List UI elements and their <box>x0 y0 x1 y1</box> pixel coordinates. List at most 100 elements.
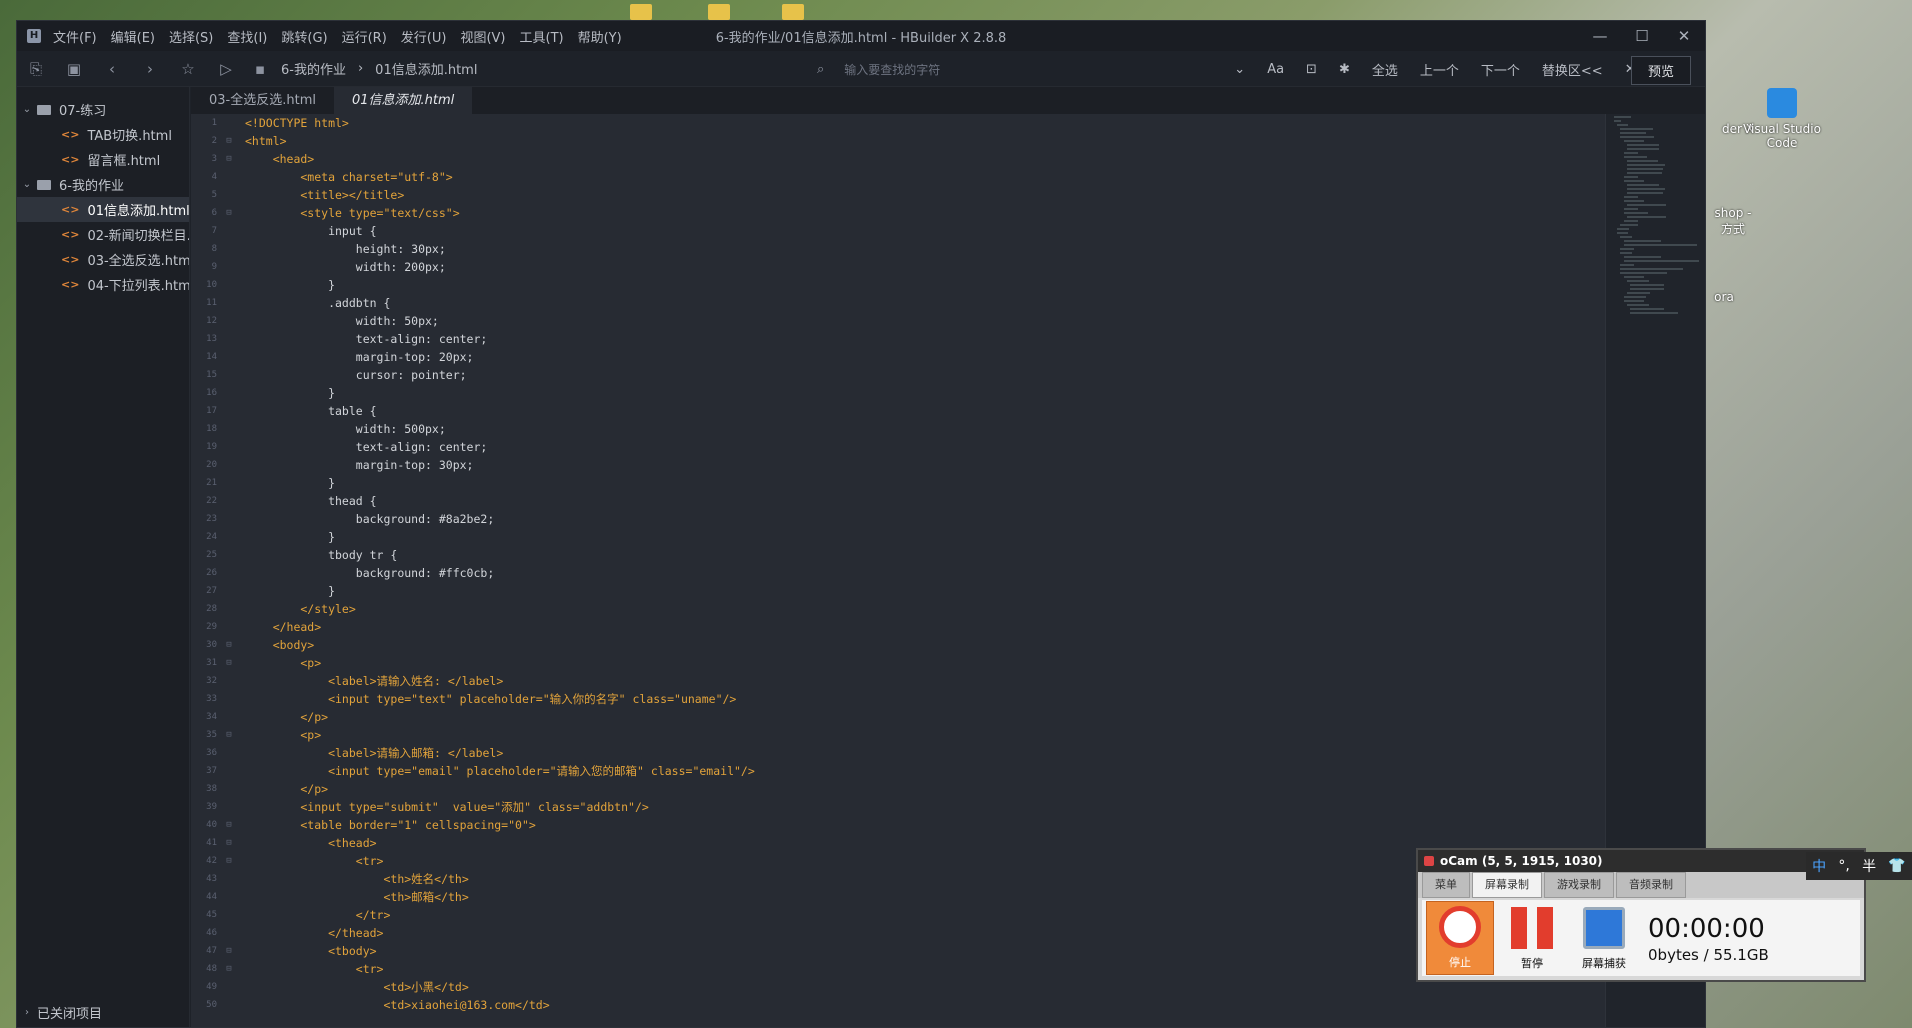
code-line[interactable]: 47 ⊟ <tbody> <box>191 942 1605 960</box>
next-match-button[interactable]: 下一个 <box>1481 60 1520 79</box>
code-line[interactable]: 6 ⊟ <style type="text/css"> <box>191 204 1605 222</box>
run-icon[interactable]: ▷ <box>207 60 245 78</box>
desktop-folder-icon[interactable] <box>630 4 652 20</box>
code-line[interactable]: 19 text-align: center; <box>191 438 1605 456</box>
menu-select[interactable]: 选择(S) <box>169 27 213 46</box>
code-line[interactable]: 3 ⊟ <head> <box>191 150 1605 168</box>
ime-punct-icon[interactable]: °, <box>1838 858 1849 874</box>
ime-skin-icon[interactable]: 👕 <box>1888 858 1905 874</box>
menu-publish[interactable]: 发行(U) <box>401 27 447 46</box>
code-line[interactable]: 21 } <box>191 474 1605 492</box>
desktop-icon-label[interactable]: ora <box>1704 290 1744 304</box>
code-line[interactable]: 39 <input type="submit" value="添加" class… <box>191 798 1605 816</box>
fold-icon[interactable]: ⊟ <box>221 726 237 744</box>
menu-edit[interactable]: 编辑(E) <box>111 27 155 46</box>
breadcrumb-folder[interactable]: 6-我的作业 <box>281 59 346 78</box>
fold-icon[interactable]: ⊟ <box>221 654 237 672</box>
code-line[interactable]: 45 </tr> <box>191 906 1605 924</box>
code-line[interactable]: 17 table { <box>191 402 1605 420</box>
save-icon[interactable]: ▣ <box>55 60 93 78</box>
code-line[interactable]: 34 </p> <box>191 708 1605 726</box>
screen-capture-button[interactable]: 屏幕捕获 <box>1570 901 1638 975</box>
desktop-folder-icon[interactable] <box>708 4 730 20</box>
fold-icon[interactable]: ⊟ <box>221 816 237 834</box>
code-line[interactable]: 48 ⊟ <tr> <box>191 960 1605 978</box>
menu-run[interactable]: 运行(R) <box>342 27 387 46</box>
forward-icon[interactable]: › <box>131 60 169 78</box>
fold-icon[interactable]: ⊟ <box>221 852 237 870</box>
ocam-tab-game[interactable]: 游戏录制 <box>1544 872 1614 898</box>
vscode-desktop-icon[interactable]: Visual Studio Code <box>1742 88 1822 150</box>
code-line[interactable]: 4 <meta charset="utf-8"> <box>191 168 1605 186</box>
code-line[interactable]: 46 </thead> <box>191 924 1605 942</box>
tree-file[interactable]: <> 04-下拉列表.html <box>17 272 189 297</box>
fold-icon[interactable]: ⊟ <box>221 150 237 168</box>
regex-icon[interactable]: ✱ <box>1339 62 1350 77</box>
close-icon[interactable]: ✕ <box>1663 21 1705 51</box>
code-line[interactable]: 16 } <box>191 384 1605 402</box>
code-line[interactable]: 44 <th>邮箱</th> <box>191 888 1605 906</box>
prev-match-button[interactable]: 上一个 <box>1420 60 1459 79</box>
code-line[interactable]: 30 ⊟ <body> <box>191 636 1605 654</box>
code-line[interactable]: 32 <label>请输入姓名: </label> <box>191 672 1605 690</box>
tree-folder[interactable]: ⌄ 6-我的作业 <box>17 172 189 197</box>
tab-file[interactable]: 03-全选反选.html <box>191 87 334 114</box>
menu-help[interactable]: 帮助(Y) <box>578 27 622 46</box>
code-line[interactable]: 38 </p> <box>191 780 1605 798</box>
code-line[interactable]: 35 ⊟ <p> <box>191 726 1605 744</box>
code-line[interactable]: 8 height: 30px; <box>191 240 1605 258</box>
code-line[interactable]: 43 <th>姓名</th> <box>191 870 1605 888</box>
whole-word-icon[interactable]: ⊡ <box>1306 62 1317 77</box>
fold-icon[interactable]: ⊟ <box>221 960 237 978</box>
pause-button[interactable]: 暂停 <box>1498 901 1566 975</box>
fold-icon[interactable]: ⊟ <box>221 834 237 852</box>
fold-icon[interactable]: ⊟ <box>221 132 237 150</box>
find-dropdown-icon[interactable]: ⌄ <box>1234 62 1245 77</box>
desktop-folder-icon[interactable] <box>782 4 804 20</box>
ime-lang-icon[interactable]: 中 <box>1812 856 1826 876</box>
code-line[interactable]: 31 ⊟ <p> <box>191 654 1605 672</box>
match-case-button[interactable]: Aa <box>1267 62 1284 77</box>
find-input[interactable]: 输入要查找的字符 <box>844 61 1234 78</box>
desktop-icon-label[interactable]: shop - 方式 <box>1708 206 1758 237</box>
code-line[interactable]: 10 } <box>191 276 1605 294</box>
fold-icon[interactable]: ⊟ <box>221 204 237 222</box>
code-line[interactable]: 12 width: 50px; <box>191 312 1605 330</box>
ocam-tab-menu[interactable]: 菜单 <box>1422 872 1470 898</box>
fold-icon[interactable]: ⊟ <box>221 942 237 960</box>
star-icon[interactable]: ☆ <box>169 60 207 78</box>
breadcrumb-file[interactable]: 01信息添加.html <box>375 59 477 78</box>
code-line[interactable]: 14 margin-top: 20px; <box>191 348 1605 366</box>
minimize-icon[interactable]: — <box>1579 21 1621 51</box>
code-line[interactable]: 40 ⊟ <table border="1" cellspacing="0"> <box>191 816 1605 834</box>
code-line[interactable]: 22 thead { <box>191 492 1605 510</box>
menu-goto[interactable]: 跳转(G) <box>281 27 327 46</box>
code-line[interactable]: 23 background: #8a2be2; <box>191 510 1605 528</box>
code-line[interactable]: 20 margin-top: 30px; <box>191 456 1605 474</box>
code-line[interactable]: 33 <input type="text" placeholder="输入你的名… <box>191 690 1605 708</box>
closed-projects[interactable]: › 已关闭项目 <box>17 1000 102 1025</box>
code-line[interactable]: 7 input { <box>191 222 1605 240</box>
code-line[interactable]: 27 } <box>191 582 1605 600</box>
tree-file[interactable]: <> 留言框.html <box>17 147 189 172</box>
code-line[interactable]: 5 <title></title> <box>191 186 1605 204</box>
code-line[interactable]: 28 </style> <box>191 600 1605 618</box>
code-line[interactable]: 24 } <box>191 528 1605 546</box>
tab-file-active[interactable]: 01信息添加.html <box>333 87 473 114</box>
code-line[interactable]: 13 text-align: center; <box>191 330 1605 348</box>
code-line[interactable]: 26 background: #ffc0cb; <box>191 564 1605 582</box>
code-line[interactable]: 29 </head> <box>191 618 1605 636</box>
fold-icon[interactable]: ⊟ <box>221 636 237 654</box>
code-line[interactable]: 41 ⊟ <thead> <box>191 834 1605 852</box>
code-line[interactable]: 18 width: 500px; <box>191 420 1605 438</box>
new-file-icon[interactable]: ⎘ <box>17 60 55 78</box>
menu-find[interactable]: 查找(I) <box>227 27 267 46</box>
tree-file[interactable]: <> 02-新闻切换栏目.h... <box>17 222 189 247</box>
tree-file[interactable]: <> TAB切换.html <box>17 122 189 147</box>
code-line[interactable]: 36 <label>请输入邮箱: </label> <box>191 744 1605 762</box>
tree-folder[interactable]: ⌄ 07-练习 <box>17 97 189 122</box>
code-line[interactable]: 1 <!DOCTYPE html> <box>191 114 1605 132</box>
maximize-icon[interactable]: ☐ <box>1621 21 1663 51</box>
menu-tools[interactable]: 工具(T) <box>520 27 564 46</box>
code-line[interactable]: 42 ⊟ <tr> <box>191 852 1605 870</box>
